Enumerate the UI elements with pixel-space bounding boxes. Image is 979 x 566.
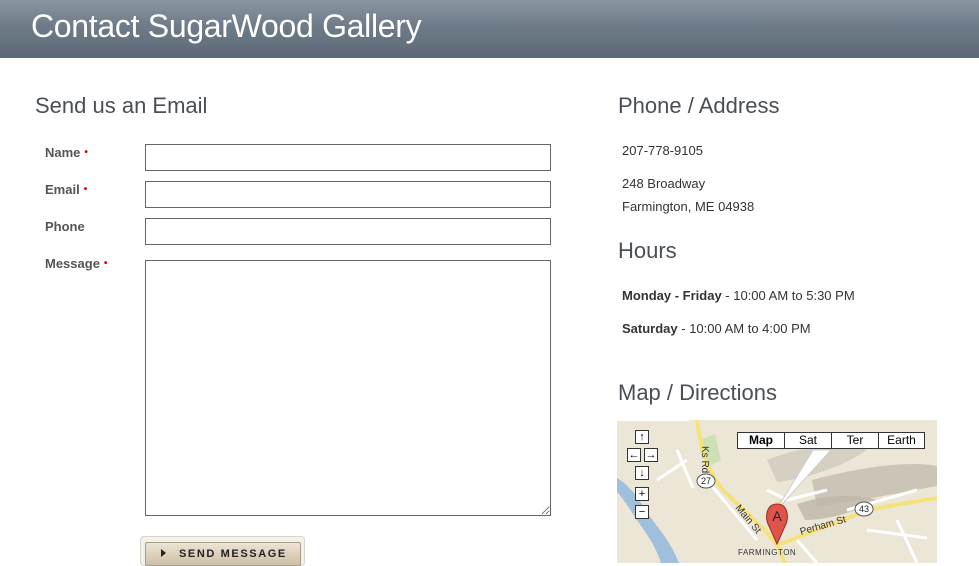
address-line1: 248 Broadway <box>622 176 706 191</box>
hours-section-title: Hours <box>618 238 677 263</box>
required-marker: • <box>83 184 88 195</box>
email-field[interactable] <box>145 181 551 208</box>
page-title: Contact SugarWood Gallery <box>31 8 422 44</box>
pan-left-icon[interactable]: ← <box>627 448 641 462</box>
map-widget[interactable]: 27 43 Ks Rd Main St Perham St FARMINGTON… <box>617 420 937 563</box>
required-marker: • <box>103 258 108 269</box>
hours-row-saturday: Saturday - 10:00 AM to 4:00 PM <box>622 321 811 336</box>
send-message-button[interactable]: SEND MESSAGE <box>145 542 301 566</box>
zoom-in-icon[interactable]: + <box>635 487 649 501</box>
send-button-frame: SEND MESSAGE <box>140 536 305 566</box>
name-label: Name • <box>45 145 88 160</box>
street-label-north: Ks Rd <box>699 446 710 473</box>
required-marker: • <box>84 147 88 158</box>
hours-time: - 10:00 AM to 4:00 PM <box>677 321 811 336</box>
name-field[interactable] <box>145 144 551 171</box>
hours-row-weekday: Monday - Friday - 10:00 AM to 5:30 PM <box>622 288 855 303</box>
page-header: Contact SugarWood Gallery <box>0 0 979 58</box>
email-section-title: Send us an Email <box>35 93 208 118</box>
send-message-label: SEND MESSAGE <box>179 548 287 560</box>
route-27-label: 27 <box>701 476 711 486</box>
map-type-earth[interactable]: Earth <box>878 432 925 449</box>
hours-days: Monday - Friday <box>622 288 722 303</box>
map-type-ter[interactable]: Ter <box>831 432 879 449</box>
map-corner-overlay <box>617 407 689 421</box>
town-label: FARMINGTON <box>738 548 796 557</box>
hours-time: - 10:00 AM to 5:30 PM <box>721 288 855 303</box>
zoom-out-icon[interactable]: − <box>635 505 649 519</box>
address-line2: Farmington, ME 04938 <box>622 199 755 214</box>
phone-field[interactable] <box>145 218 551 245</box>
phone-number: 207-778-9105 <box>622 143 703 158</box>
hours-days: Saturday <box>622 321 678 336</box>
email-label: Email • <box>45 182 88 197</box>
contact-section-title: Phone / Address <box>618 93 780 118</box>
map-type-sat[interactable]: Sat <box>784 432 832 449</box>
pan-right-icon[interactable]: → <box>644 448 658 462</box>
phone-label: Phone <box>45 219 85 234</box>
play-arrow-icon <box>161 549 166 557</box>
pan-up-icon[interactable]: ↑ <box>635 430 649 444</box>
map-type-map[interactable]: Map <box>737 432 785 449</box>
pan-down-icon[interactable]: ↓ <box>635 466 649 480</box>
marker-label: A <box>772 508 782 524</box>
message-label: Message • <box>45 256 108 271</box>
route-43-label: 43 <box>859 504 869 514</box>
message-field[interactable] <box>145 260 551 516</box>
map-section-title: Map / Directions <box>618 380 777 405</box>
